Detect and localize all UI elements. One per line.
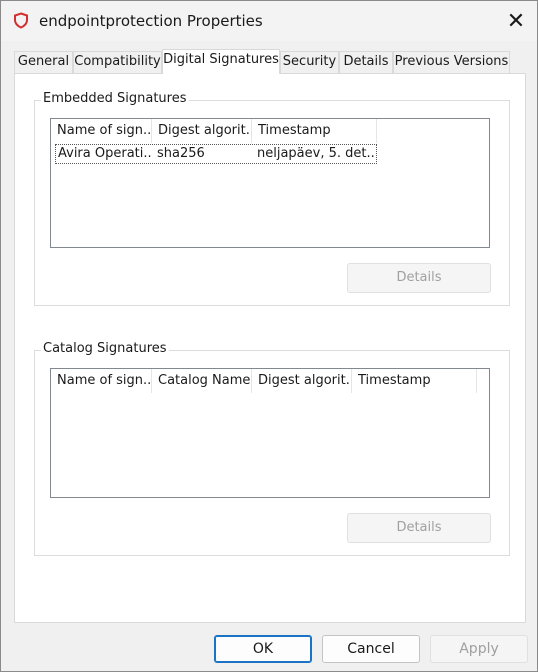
- catalog-list-header: Name of sign... Catalog Name Digest algo…: [51, 369, 489, 393]
- embedded-signatures-group: Embedded Signatures Name of sign... Dige…: [34, 91, 510, 306]
- cancel-button[interactable]: Cancel: [322, 635, 420, 663]
- embedded-details-button[interactable]: Details: [347, 263, 491, 293]
- digest-cell: sha256: [157, 146, 205, 161]
- tab-previous-versions[interactable]: Previous Versions: [393, 51, 510, 73]
- title-bar[interactable]: endpointprotection Properties ✕: [1, 1, 537, 41]
- close-icon: ✕: [506, 8, 526, 34]
- timestamp-cell: neljapäev, 5. det...: [257, 146, 376, 161]
- column-header-digest[interactable]: Digest algorit...: [152, 119, 252, 143]
- close-button[interactable]: ✕: [495, 1, 537, 41]
- digital-signatures-panel: Embedded Signatures Name of sign... Dige…: [14, 73, 526, 623]
- catalog-signatures-group: Catalog Signatures Name of sign... Catal…: [34, 341, 510, 556]
- apply-button[interactable]: Apply: [430, 635, 528, 663]
- embedded-signature-row[interactable]: Avira Operati... sha256 neljapäev, 5. de…: [55, 144, 377, 164]
- ok-button[interactable]: OK: [214, 635, 312, 663]
- column-header-catalog-name[interactable]: Catalog Name: [152, 369, 252, 393]
- embedded-signatures-label: Embedded Signatures: [41, 91, 189, 106]
- shield-app-icon: [13, 12, 29, 29]
- properties-dialog: endpointprotection Properties ✕ General …: [0, 0, 538, 672]
- signer-name-cell: Avira Operati...: [58, 146, 153, 161]
- catalog-details-button[interactable]: Details: [347, 513, 491, 543]
- tab-digital-signatures[interactable]: Digital Signatures: [162, 49, 280, 74]
- tab-details[interactable]: Details: [339, 51, 393, 73]
- embedded-signatures-list[interactable]: Name of sign... Digest algorit... Timest…: [50, 118, 490, 248]
- column-header-timestamp[interactable]: Timestamp: [252, 119, 377, 143]
- column-header-timestamp[interactable]: Timestamp: [352, 369, 477, 393]
- column-header-name[interactable]: Name of sign...: [51, 369, 152, 393]
- column-header-name[interactable]: Name of sign...: [51, 119, 152, 143]
- window-title: endpointprotection Properties: [39, 12, 263, 30]
- column-header-digest[interactable]: Digest algorit...: [252, 369, 352, 393]
- tab-compatibility[interactable]: Compatibility: [73, 51, 162, 73]
- tab-security[interactable]: Security: [280, 51, 339, 73]
- catalog-signatures-label: Catalog Signatures: [41, 341, 169, 356]
- tab-general[interactable]: General: [14, 51, 73, 73]
- catalog-signatures-list[interactable]: Name of sign... Catalog Name Digest algo…: [50, 368, 490, 498]
- embedded-list-header: Name of sign... Digest algorit... Timest…: [51, 119, 489, 143]
